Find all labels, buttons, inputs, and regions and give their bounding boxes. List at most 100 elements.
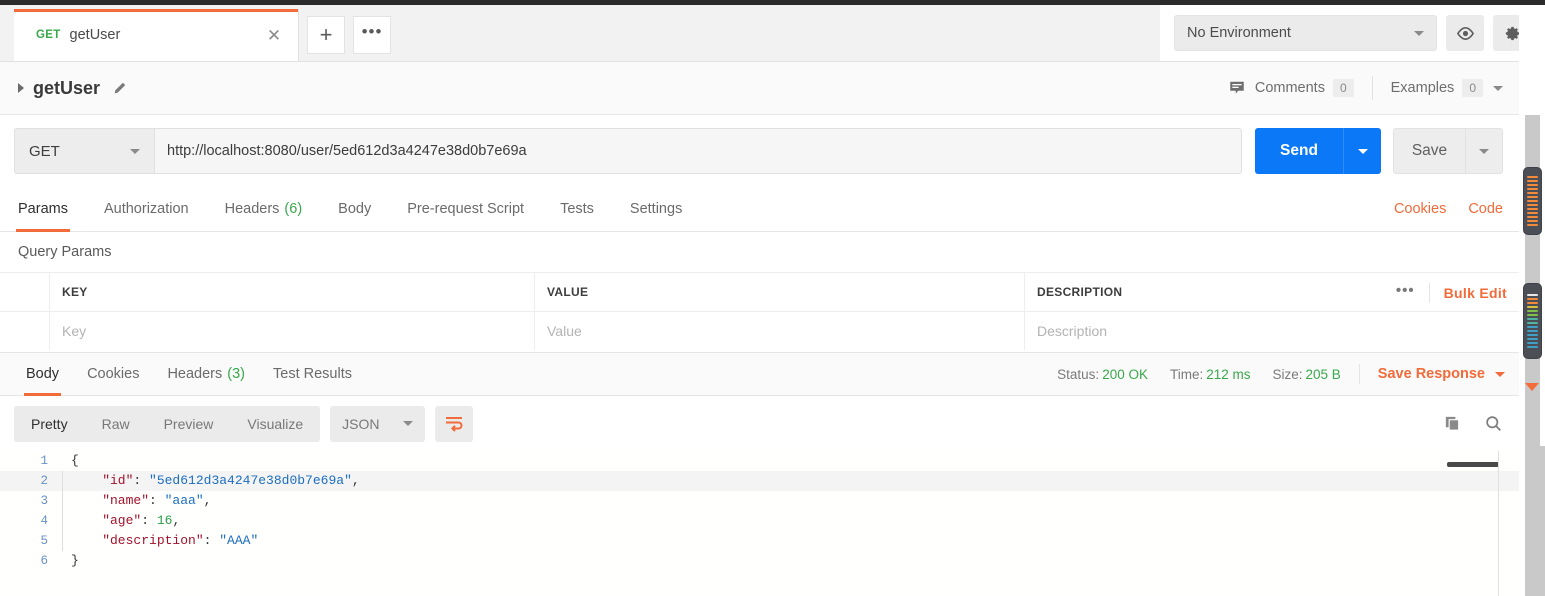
url-text: http://localhost:8080/user/5ed612d3a4247…	[167, 143, 527, 159]
url-input[interactable]: http://localhost:8080/user/5ed612d3a4247…	[154, 128, 1242, 174]
code-line: 2 "id": "5ed612d3a4247e38d0b7e69a",	[0, 471, 1519, 491]
segment-raw[interactable]: Raw	[85, 406, 147, 442]
code-token: "name"	[71, 493, 150, 508]
chevron-down-icon	[1493, 85, 1503, 91]
response-tab-test-results[interactable]: Test Results	[259, 352, 366, 396]
vertical-scrollbar-thumb-primary[interactable]	[1523, 167, 1542, 235]
divider	[1358, 364, 1360, 384]
response-code-lines: 1{2 "id": "5ed612d3a4247e38d0b7e69a", 3 "…	[0, 451, 1519, 571]
code-gutter-divider	[1498, 451, 1499, 596]
search-button[interactable]	[1484, 414, 1503, 433]
code-line: 1{	[0, 451, 1519, 471]
response-view-segments: Pretty Raw Preview Visualize	[14, 405, 321, 442]
response-body-viewer[interactable]: 1{2 "id": "5ed612d3a4247e38d0b7e69a", 3 "…	[0, 451, 1519, 596]
code-token: "description"	[71, 533, 204, 548]
code-line-number: 6	[40, 554, 48, 568]
plus-icon: +	[319, 22, 333, 47]
tab-pre-request-script[interactable]: Pre-request Script	[389, 187, 542, 232]
row-checkbox-cell[interactable]	[0, 312, 50, 350]
chevron-down-icon[interactable]	[1495, 371, 1505, 377]
segment-pretty-label: Pretty	[31, 415, 68, 432]
scrollbar-marker	[1527, 184, 1538, 186]
scrollbar-marker	[1527, 196, 1538, 198]
column-header-key: KEY	[50, 273, 535, 311]
vertical-scrollbar-thumb-secondary[interactable]	[1523, 283, 1542, 359]
examples-count-badge: 0	[1462, 79, 1483, 97]
tab-overflow-button[interactable]: •••	[353, 16, 391, 54]
table-header-row: KEY VALUE DESCRIPTION ••• Bulk Edit	[0, 272, 1519, 311]
code-token: "aaa"	[164, 493, 204, 508]
request-tabs-links: Cookies Code	[1372, 201, 1503, 217]
tab-body[interactable]: Body	[320, 187, 389, 232]
segment-visualize[interactable]: Visualize	[230, 406, 320, 442]
query-params-table: KEY VALUE DESCRIPTION ••• Bulk Edit Key …	[0, 272, 1519, 350]
expand-triangle-icon[interactable]	[18, 83, 24, 93]
scrollbar-marker	[1527, 302, 1538, 304]
column-header-description-label: DESCRIPTION	[1037, 285, 1123, 299]
scroll-down-caret-icon[interactable]	[1525, 383, 1539, 391]
send-button[interactable]: Send	[1255, 128, 1343, 174]
save-options-button[interactable]	[1465, 128, 1503, 174]
code-line-number: 3	[40, 494, 48, 508]
response-toolbar-actions	[1421, 414, 1503, 433]
edit-request-button[interactable]	[112, 81, 127, 96]
response-tab-headers[interactable]: Headers (3)	[153, 352, 259, 396]
column-header-description: DESCRIPTION ••• Bulk Edit	[1025, 273, 1519, 311]
new-tab-button[interactable]: +	[307, 16, 345, 54]
code-horizontal-scrollbar-thumb[interactable]	[1447, 462, 1499, 467]
save-button[interactable]: Save	[1393, 128, 1465, 174]
send-options-button[interactable]	[1343, 128, 1381, 174]
code-line-number: 5	[40, 534, 48, 548]
time-label: Time:	[1169, 366, 1204, 382]
tab-settings[interactable]: Settings	[612, 187, 700, 232]
comments-count-badge: 0	[1332, 79, 1354, 97]
param-description-input[interactable]: Description	[1025, 312, 1519, 350]
scrollbar-marker	[1527, 188, 1538, 190]
tab-headers-label: Headers	[224, 201, 280, 217]
scrollbar-marker	[1527, 342, 1538, 344]
tab-settings-label: Settings	[629, 201, 683, 217]
param-value-input[interactable]: Value	[535, 312, 1025, 350]
param-key-input[interactable]: Key	[50, 312, 535, 350]
word-wrap-button[interactable]	[435, 405, 474, 442]
scrollbar-marker	[1527, 176, 1538, 178]
tab-authorization-label: Authorization	[103, 201, 189, 217]
comments-button[interactable]: Comments 0	[1228, 79, 1354, 97]
code-line-number: 4	[40, 514, 48, 528]
close-icon[interactable]: ✕	[264, 27, 284, 44]
response-format-selector[interactable]: JSON	[330, 405, 426, 442]
tab-headers[interactable]: Headers (6)	[207, 187, 321, 232]
code-token: ,	[351, 473, 360, 488]
environment-quick-look-button[interactable]	[1446, 15, 1484, 51]
tab-method-label: GET	[36, 29, 61, 41]
cookies-link[interactable]: Cookies	[1394, 201, 1446, 217]
response-tab-headers-label: Headers	[167, 366, 223, 382]
tab-params-label: Params	[18, 201, 68, 217]
http-method-selector[interactable]: GET	[14, 128, 154, 174]
environment-selector[interactable]: No Environment	[1174, 15, 1437, 51]
table-row[interactable]: Key Value Description	[0, 311, 1519, 350]
segment-pretty[interactable]: Pretty	[14, 406, 85, 442]
request-tab-getuser[interactable]: GET getUser ✕	[14, 9, 299, 61]
table-options-button[interactable]: •••	[1396, 282, 1415, 304]
copy-button[interactable]	[1443, 414, 1462, 433]
scrollbar-marker	[1527, 330, 1538, 332]
response-tab-body[interactable]: Body	[12, 352, 73, 396]
code-link[interactable]: Code	[1468, 201, 1503, 217]
code-line: 3 "name": "aaa",	[0, 491, 1519, 511]
code-token: "5ed612d3a4247e38d0b7e69a"	[149, 473, 352, 488]
scrollbar-marker	[1527, 314, 1538, 316]
scrollbar-marker	[1527, 224, 1538, 226]
tab-authorization[interactable]: Authorization	[86, 187, 207, 232]
response-tab-body-label: Body	[26, 366, 60, 382]
response-format-label: JSON	[342, 415, 380, 432]
scrollbar-marker	[1527, 318, 1538, 320]
response-tab-cookies[interactable]: Cookies	[73, 352, 153, 396]
save-response-button[interactable]: Save Response	[1378, 366, 1485, 382]
tab-params[interactable]: Params	[0, 187, 86, 232]
tab-tests[interactable]: Tests	[542, 187, 612, 232]
response-tab-headers-count: (3)	[227, 366, 245, 382]
bulk-edit-button[interactable]: Bulk Edit	[1444, 285, 1507, 301]
examples-button[interactable]: Examples 0	[1391, 79, 1503, 97]
segment-preview[interactable]: Preview	[147, 406, 231, 442]
